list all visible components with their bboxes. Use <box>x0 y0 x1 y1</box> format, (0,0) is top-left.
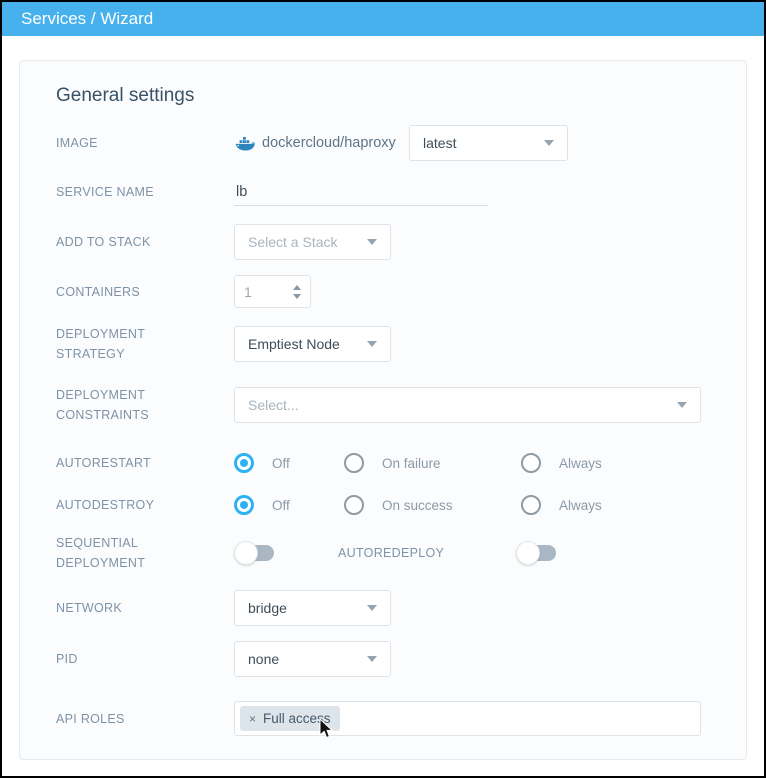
breadcrumb: Services / Wizard <box>21 9 153 29</box>
image-tag-select[interactable]: latest <box>409 125 568 161</box>
radio-icon[interactable] <box>344 495 364 515</box>
containers-label: CONTAINERS <box>56 282 234 302</box>
radio-icon[interactable] <box>344 453 364 473</box>
image-tag-value: latest <box>423 135 456 151</box>
containers-value: 1 <box>244 284 252 300</box>
autoredeploy-label: AUTOREDEPLOY <box>338 546 444 560</box>
chevron-down-icon <box>367 341 377 347</box>
network-label: NETWORK <box>56 598 234 618</box>
autodestroy-row: AUTODESTROY Off On success Always <box>56 493 746 517</box>
containers-row: CONTAINERS 1 <box>56 275 746 308</box>
toggle-knob <box>234 541 258 565</box>
autorestart-option-always[interactable]: Always <box>521 453 602 473</box>
autodestroy-option-on-success[interactable]: On success <box>344 495 521 515</box>
page-header: Services / Wizard <box>2 2 764 36</box>
network-value: bridge <box>248 600 287 616</box>
autodestroy-option-always[interactable]: Always <box>521 495 602 515</box>
network-row: NETWORK bridge <box>56 590 746 626</box>
autodestroy-option-off[interactable]: Off <box>234 495 344 515</box>
autorestart-option-on-failure[interactable]: On failure <box>344 453 521 473</box>
api-role-tag[interactable]: × Full access <box>240 706 340 731</box>
radio-label: Off <box>272 498 290 513</box>
api-roles-label: API ROLES <box>56 709 234 729</box>
pid-value: none <box>248 651 279 667</box>
radio-icon[interactable] <box>521 453 541 473</box>
step-down-icon[interactable] <box>293 294 301 299</box>
service-name-input[interactable] <box>234 178 488 206</box>
containers-stepper[interactable]: 1 <box>234 275 311 308</box>
chevron-down-icon <box>367 239 377 245</box>
radio-icon[interactable] <box>521 495 541 515</box>
radio-label: Always <box>559 456 602 471</box>
service-name-label: SERVICE NAME <box>56 182 234 202</box>
deployment-strategy-value: Emptiest Node <box>248 336 340 352</box>
api-roles-select[interactable]: × Full access <box>234 701 701 736</box>
app-window: Services / Wizard General settings IMAGE <box>0 0 766 778</box>
step-up-icon[interactable] <box>293 285 301 290</box>
add-to-stack-label: ADD TO STACK <box>56 232 234 252</box>
general-settings-card: General settings IMAGE <box>19 60 747 760</box>
add-to-stack-row: ADD TO STACK Select a Stack <box>56 224 746 260</box>
radio-label: Off <box>272 456 290 471</box>
sequential-deployment-toggle[interactable] <box>234 541 274 565</box>
chevron-down-icon <box>367 605 377 611</box>
autorestart-option-off[interactable]: Off <box>234 453 344 473</box>
api-roles-row: API ROLES × Full access <box>56 701 746 736</box>
radio-label: On failure <box>382 456 441 471</box>
radio-selected-icon[interactable] <box>234 495 254 515</box>
pid-select[interactable]: none <box>234 641 391 677</box>
chevron-down-icon <box>367 656 377 662</box>
stack-select-placeholder: Select a Stack <box>248 234 338 250</box>
deployment-strategy-label: DEPLOYMENT STRATEGY <box>56 324 234 364</box>
image-label: IMAGE <box>56 133 234 153</box>
sequential-deployment-label: SEQUENTIAL DEPLOYMENT <box>56 533 234 573</box>
radio-selected-icon[interactable] <box>234 453 254 473</box>
deployment-constraints-row: DEPLOYMENT CONSTRAINTS Select... <box>56 385 746 425</box>
radio-label: On success <box>382 498 453 513</box>
image-repo-text: dockercloud/haproxy <box>262 135 396 151</box>
docker-whale-icon <box>234 135 255 152</box>
pid-label: PID <box>56 649 234 669</box>
remove-tag-icon[interactable]: × <box>249 712 256 726</box>
autoredeploy-toggle[interactable] <box>516 541 556 565</box>
image-name: dockercloud/haproxy <box>234 135 409 152</box>
stepper-arrows[interactable] <box>293 285 301 299</box>
network-select[interactable]: bridge <box>234 590 391 626</box>
chevron-down-icon <box>544 140 554 146</box>
service-name-row: SERVICE NAME <box>56 177 746 207</box>
deployment-strategy-select[interactable]: Emptiest Node <box>234 326 391 362</box>
api-role-tag-label: Full access <box>263 711 331 726</box>
image-row: IMAGE <box>56 125 746 161</box>
autodestroy-label: AUTODESTROY <box>56 495 234 515</box>
toggle-knob <box>516 541 540 565</box>
stack-select[interactable]: Select a Stack <box>234 224 391 260</box>
autorestart-label: AUTORESTART <box>56 453 234 473</box>
deployment-constraints-placeholder: Select... <box>248 397 299 413</box>
deployment-strategy-row: DEPLOYMENT STRATEGY Emptiest Node <box>56 324 746 364</box>
radio-label: Always <box>559 498 602 513</box>
deployment-constraints-label: DEPLOYMENT CONSTRAINTS <box>56 385 234 425</box>
section-title: General settings <box>56 85 746 107</box>
deployment-constraints-select[interactable]: Select... <box>234 387 701 423</box>
toggles-row: SEQUENTIAL DEPLOYMENT AUTOREDEPLOY <box>56 541 746 565</box>
chevron-down-icon <box>677 402 687 408</box>
pid-row: PID none <box>56 641 746 677</box>
autorestart-row: AUTORESTART Off On failure Always <box>56 451 746 475</box>
